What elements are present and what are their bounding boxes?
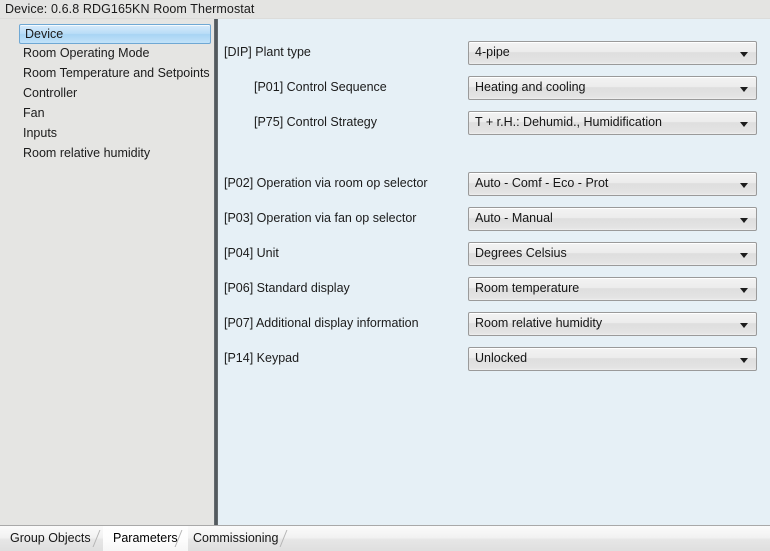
parameter-navigation-sidebar[interactable]: Device Room Operating Mode Room Temperatur…	[0, 19, 214, 525]
parameter-dropdown-value: Room relative humidity	[475, 316, 603, 330]
tab-commissioning[interactable]: Commissioning	[183, 526, 288, 551]
sidebar-item-controller[interactable]: Controller	[19, 84, 77, 103]
parameter-label: [P04] Unit	[224, 246, 279, 260]
parameter-content-panel: [DIP] Plant type 4-pipe [P01] Control Sequ…	[218, 19, 770, 525]
parameter-dropdown-value: Heating and cooling	[475, 80, 586, 94]
parameter-label: [P14] Keypad	[224, 351, 300, 365]
parameter-row: [P06] Standard display Room temperature	[218, 277, 770, 303]
parameter-row: [DIP] Plant type 4-pipe	[218, 41, 770, 67]
parameter-dropdown[interactable]: T + r.H.: Dehumid., Humidification	[468, 111, 757, 135]
parameter-dropdown-value: Auto - Comf - Eco - Prot	[475, 176, 609, 190]
parameter-row: [P01] Control Sequence Heating and coolin…	[218, 76, 770, 102]
parameter-dropdown-value: Unlocked	[475, 351, 528, 365]
chevron-down-icon[interactable]	[740, 253, 748, 258]
parameter-label: [P03] Operation via fan op selector	[224, 211, 417, 225]
parameter-dropdown[interactable]: Heating and cooling	[468, 76, 757, 100]
parameter-row: [P14] Keypad Unlocked	[218, 347, 770, 373]
chevron-down-icon[interactable]	[740, 358, 748, 363]
tab-group-objects[interactable]: Group Objects	[0, 526, 101, 551]
parameter-dropdown-value: Auto - Manual	[475, 211, 553, 225]
parameter-label: [DIP] Plant type	[224, 45, 311, 59]
parameter-label: [P75] Control Strategy	[254, 115, 377, 129]
parameter-dropdown[interactable]: 4-pipe	[468, 41, 757, 65]
parameter-row: [P02] Operation via room op selector Auto…	[218, 172, 770, 198]
window-title-bar: Device: 0.6.8 RDG165KN Room Thermostat	[0, 0, 770, 19]
sidebar-item-device[interactable]: Device	[19, 24, 211, 44]
parameter-dropdown[interactable]: Room relative humidity	[468, 312, 757, 336]
parameter-dropdown-value: T + r.H.: Dehumid., Humidification	[475, 115, 662, 129]
parameter-row: [P75] Control Strategy T + r.H.: Dehumid.…	[218, 111, 770, 137]
parameter-label: [P07] Additional display information	[224, 316, 419, 330]
chevron-down-icon[interactable]	[740, 87, 748, 92]
chevron-down-icon[interactable]	[740, 183, 748, 188]
sidebar-item-room-operating-mode[interactable]: Room Operating Mode	[19, 44, 149, 63]
parameter-dropdown-value: 4-pipe	[475, 45, 510, 59]
sidebar-item-room-relative-humidity[interactable]: Room relative humidity	[19, 144, 150, 163]
sidebar-item-room-temperature-and-setpoints[interactable]: Room Temperature and Setpoints	[19, 64, 210, 83]
chevron-down-icon[interactable]	[740, 122, 748, 127]
parameter-label: [P02] Operation via room op selector	[224, 176, 428, 190]
parameter-dropdown-value: Degrees Celsius	[475, 246, 567, 260]
parameter-dropdown[interactable]: Auto - Comf - Eco - Prot	[468, 172, 757, 196]
parameter-label: [P01] Control Sequence	[254, 80, 387, 94]
etc-device-parameter-window: Device: 0.6.8 RDG165KN Room Thermostat D…	[0, 0, 770, 551]
chevron-down-icon[interactable]	[740, 218, 748, 223]
tab-parameters[interactable]: Parameters	[103, 526, 188, 551]
chevron-down-icon[interactable]	[740, 288, 748, 293]
parameter-row: [P04] Unit Degrees Celsius	[218, 242, 770, 268]
chevron-down-icon[interactable]	[740, 52, 748, 57]
parameter-row: [P07] Additional display information Room…	[218, 312, 770, 338]
sidebar-item-fan[interactable]: Fan	[19, 104, 45, 123]
parameter-row: [P03] Operation via fan op selector Auto …	[218, 207, 770, 233]
page-title: Device: 0.6.8 RDG165KN Room Thermostat	[5, 2, 255, 16]
parameter-dropdown[interactable]: Auto - Manual	[468, 207, 757, 231]
sidebar-item-inputs[interactable]: Inputs	[19, 124, 57, 143]
bottom-tab-bar[interactable]: Group Objects Parameters Commissioning	[0, 525, 770, 551]
parameter-dropdown[interactable]: Unlocked	[468, 347, 757, 371]
parameter-label: [P06] Standard display	[224, 281, 350, 295]
parameter-dropdown[interactable]: Room temperature	[468, 277, 757, 301]
parameter-dropdown[interactable]: Degrees Celsius	[468, 242, 757, 266]
parameter-dropdown-value: Room temperature	[475, 281, 580, 295]
chevron-down-icon[interactable]	[740, 323, 748, 328]
